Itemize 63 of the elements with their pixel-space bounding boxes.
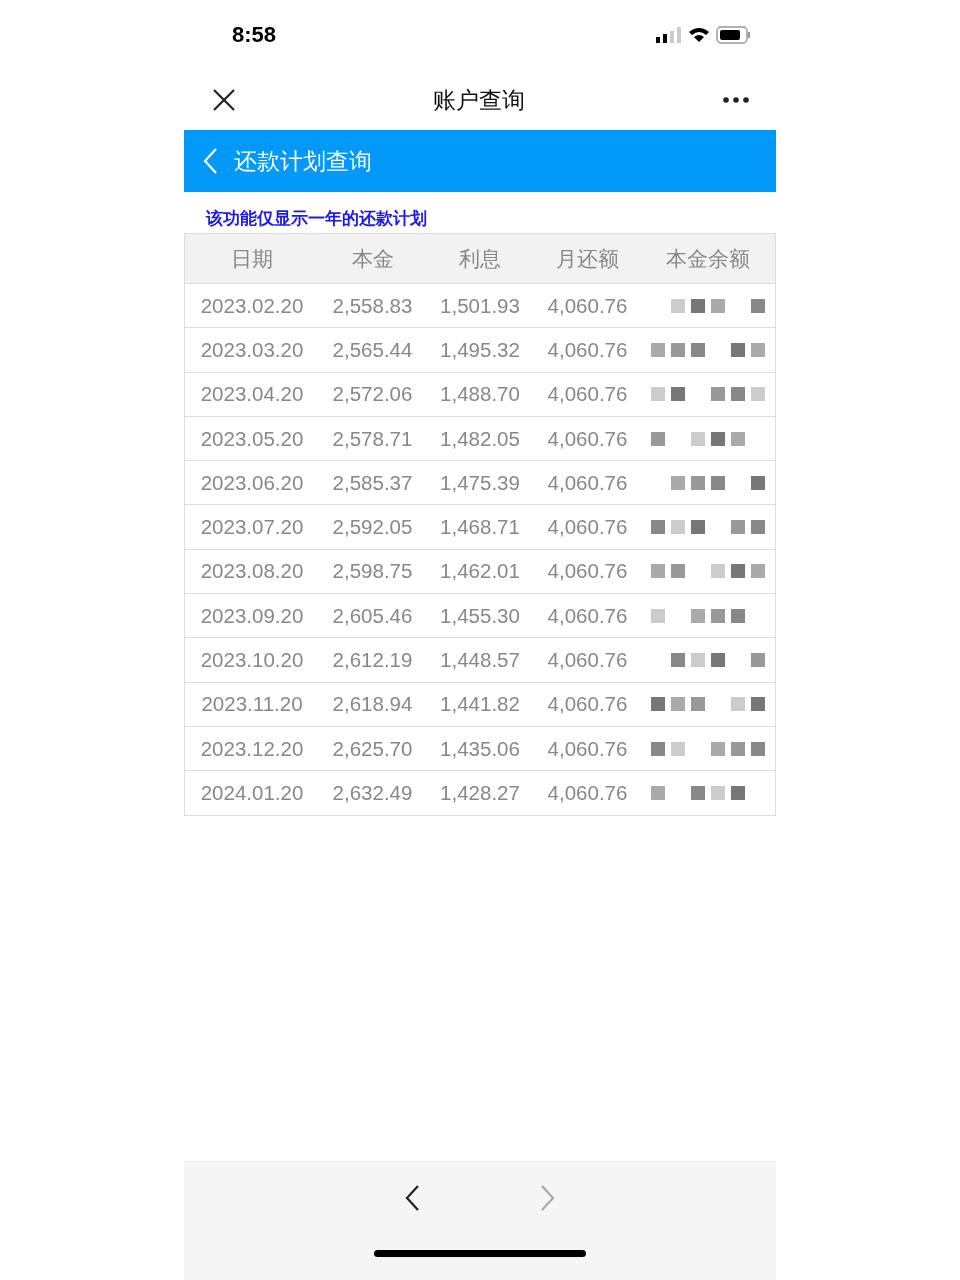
table-cell-text: 4,060.76	[546, 559, 629, 584]
table-cell-text: 2,565.44	[331, 337, 414, 362]
table-cell-text: 1,482.05	[439, 426, 521, 451]
table-cell-text: 2023.03.20	[199, 337, 305, 362]
table-cell-text: 4,060.76	[546, 426, 629, 451]
table-cell-text: 2023.11.20	[200, 692, 304, 717]
table-cell-text: 2024.01.20	[199, 780, 305, 805]
table-cell-text: 2023.02.20	[199, 293, 305, 318]
battery-icon	[716, 26, 752, 44]
close-button[interactable]	[212, 88, 236, 112]
table-cell-text: 2,592.05	[331, 515, 414, 540]
table-cell-text: 1,462.01	[439, 559, 521, 584]
table-cell-text: 2023.08.20	[199, 559, 305, 584]
table-cell-text: 1,441.82	[439, 692, 521, 717]
column-header: 日期	[230, 245, 274, 272]
table-cell-text: 2,612.19	[331, 648, 414, 672]
table-cell-text: 1,468.71	[439, 515, 521, 540]
table-cell-text: 4,060.76	[546, 515, 629, 540]
table-cell-text: 2,625.70	[331, 736, 414, 761]
table-cell-text: 2023.07.20	[199, 515, 305, 540]
nav-title: 账户查询	[433, 85, 525, 115]
table-cell-text: 4,060.76	[546, 692, 629, 717]
table-cell-text: 1,428.27	[439, 780, 521, 805]
table-cell-text: 2023.06.20	[199, 470, 305, 495]
table-cell-text: 2,598.75	[331, 559, 414, 584]
table-cell-text: 2,618.94	[331, 692, 414, 717]
table-cell-text: 2023.10.20	[199, 648, 305, 672]
table-cell-text: 4,060.76	[546, 470, 629, 495]
more-button[interactable]	[722, 96, 750, 104]
table-cell-text: 2,605.46	[331, 603, 414, 628]
table-cell-text: 1,448.57	[439, 648, 521, 672]
column-header: 利息	[458, 245, 502, 272]
signal-icon	[656, 27, 682, 43]
table-cell-text: 1,475.39	[439, 470, 521, 495]
page-title: 还款计划查询	[234, 146, 372, 176]
status-time: 8:58	[232, 22, 277, 48]
table-cell-text: 2023.12.20	[199, 736, 305, 761]
table-cell-text: 4,060.76	[546, 337, 629, 362]
table-cell-text: 2,578.71	[331, 426, 414, 451]
table-cell-text: 1,488.70	[439, 382, 521, 407]
table-cell-text: 4,060.76	[546, 603, 629, 628]
wifi-icon	[688, 27, 710, 43]
column-header: 本金	[350, 245, 395, 272]
table-cell-text: 2023.09.20	[199, 603, 305, 628]
column-header: 本金余额	[665, 245, 751, 272]
column-header: 月还额	[555, 245, 620, 272]
notice-text: 该功能仅显示一年的还款计划	[204, 208, 428, 230]
table-cell-text: 4,060.76	[546, 780, 629, 805]
table-cell-text: 1,435.06	[439, 736, 521, 761]
table-cell-text: 2023.05.20	[199, 426, 305, 451]
table-cell-text: 4,060.76	[546, 293, 629, 318]
table-cell-text: 2023.04.20	[199, 382, 305, 407]
table-cell-text: 4,060.76	[546, 382, 629, 407]
back-button[interactable]	[404, 1184, 420, 1212]
table-cell-text: 2,558.83	[331, 293, 414, 318]
table-cell-text: 4,060.76	[546, 736, 629, 761]
table-cell-text: 4,060.76	[546, 648, 629, 672]
table-cell-text: 1,495.32	[439, 337, 521, 362]
table-cell-text: 1,455.30	[439, 603, 521, 628]
table-cell-text: 2,572.06	[331, 382, 414, 407]
table-cell-text: 2,585.37	[331, 470, 414, 495]
table-cell-text: 2,632.49	[331, 780, 414, 805]
table-cell-text: 1,501.93	[439, 293, 521, 318]
